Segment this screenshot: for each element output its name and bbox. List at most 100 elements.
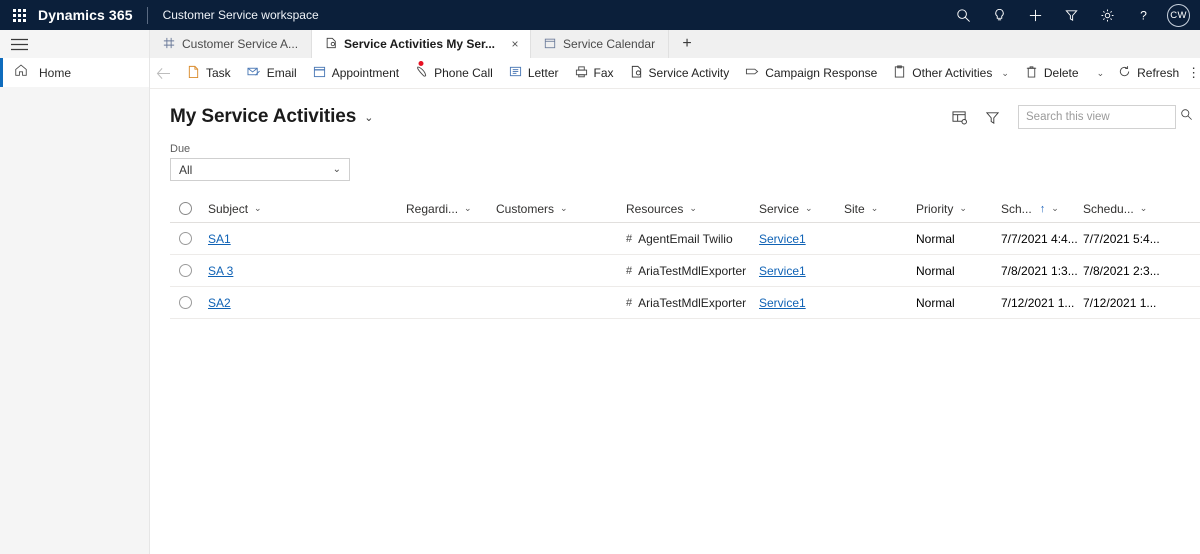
- table-row[interactable]: SA1 # AgentEmail Twilio Service1 Normal …: [170, 223, 1200, 255]
- service-link[interactable]: Service1: [759, 296, 806, 310]
- resource-glyph-icon: #: [626, 296, 633, 309]
- trash-icon: [1025, 65, 1038, 81]
- chevron-down-icon[interactable]: ⌄: [1097, 68, 1105, 79]
- service-link[interactable]: Service1: [759, 264, 806, 278]
- tab-label: Service Activities My Ser...: [344, 37, 496, 51]
- tab-close-icon[interactable]: ×: [508, 37, 522, 51]
- delete-dropdown-button[interactable]: ⌄: [1091, 59, 1111, 87]
- table-row[interactable]: SA2 # AriaTestMdlExporter Service1 Norma…: [170, 287, 1200, 319]
- unsaved-indicator-dot: [418, 61, 424, 66]
- chevron-down-icon[interactable]: ⌄: [805, 203, 813, 214]
- subject-link[interactable]: SA1: [208, 232, 231, 246]
- avatar[interactable]: CW: [1167, 3, 1190, 27]
- waffle-grid-icon[interactable]: [0, 0, 38, 30]
- search-input[interactable]: [1026, 111, 1180, 123]
- column-header-service[interactable]: Service ⌄: [759, 202, 844, 216]
- sidebar-item-home[interactable]: Home: [0, 58, 149, 87]
- campaign-response-button[interactable]: Campaign Response: [737, 59, 885, 87]
- tab-service-calendar[interactable]: Service Calendar: [531, 30, 670, 58]
- row-select-radio[interactable]: [179, 264, 192, 277]
- chevron-down-icon[interactable]: ⌄: [871, 203, 879, 214]
- tab-service-activities-my-service[interactable]: Service Activities My Ser... ×: [312, 30, 532, 66]
- chevron-down-icon[interactable]: ⌄: [1140, 203, 1148, 214]
- column-header-regarding[interactable]: Regardi... ⌄: [406, 202, 496, 216]
- service-link[interactable]: Service1: [759, 232, 806, 246]
- letter-button[interactable]: Letter: [501, 59, 567, 87]
- cell-service: Service1: [759, 296, 844, 310]
- back-button[interactable]: [156, 60, 171, 86]
- column-label: Subject: [208, 201, 249, 216]
- command-overflow-button[interactable]: ⋮: [1187, 59, 1200, 87]
- row-select-cell: [170, 232, 208, 245]
- app-shell: Home Customer Service A... Service Activ…: [0, 30, 1200, 554]
- sidebar: Home: [0, 30, 150, 554]
- letter-icon: [509, 65, 522, 81]
- command-label: Campaign Response: [765, 66, 878, 80]
- email-button[interactable]: Email: [239, 59, 305, 87]
- task-button[interactable]: Task: [179, 59, 239, 87]
- chevron-down-icon[interactable]: ⌄: [689, 203, 697, 214]
- chevron-down-icon[interactable]: ⌄: [464, 203, 472, 214]
- filter-icon[interactable]: [1053, 0, 1089, 30]
- resource-name: AriaTestMdlExporter: [638, 263, 747, 278]
- delete-button[interactable]: Delete: [1017, 59, 1087, 87]
- table-row[interactable]: SA 3 # AriaTestMdlExporter Service1 Norm…: [170, 255, 1200, 287]
- lightbulb-icon[interactable]: [981, 0, 1017, 30]
- command-label: Delete: [1043, 66, 1079, 80]
- column-header-scheduled-start[interactable]: Sch... ↑ ⌄: [1001, 202, 1083, 216]
- new-tab-button[interactable]: +: [669, 30, 705, 58]
- cell-scheduled-end: 7/12/2021 1...: [1083, 295, 1157, 310]
- edit-columns-icon[interactable]: [950, 107, 970, 127]
- select-all-radio[interactable]: [179, 202, 192, 215]
- cell-priority: Normal: [916, 231, 955, 246]
- resource-name: AgentEmail Twilio: [638, 231, 733, 246]
- column-label: Schedu...: [1083, 201, 1134, 216]
- chevron-down-icon[interactable]: ⌄: [560, 203, 568, 214]
- refresh-button[interactable]: Refresh: [1110, 59, 1187, 87]
- due-filter-value: All: [179, 162, 193, 177]
- view-selector-chevron-down-icon[interactable]: ⌄: [364, 111, 373, 124]
- app-name-label[interactable]: Customer Service workspace: [148, 8, 319, 22]
- gear-icon[interactable]: [1089, 0, 1125, 30]
- command-label: Task: [206, 66, 231, 80]
- column-header-scheduled-end[interactable]: Schedu... ⌄: [1083, 202, 1173, 216]
- other-activities-button[interactable]: Other Activities ⌄: [885, 59, 1017, 87]
- column-header-priority[interactable]: Priority ⌄: [916, 202, 1001, 216]
- column-label: Customers: [496, 201, 555, 216]
- column-header-subject[interactable]: Subject ⌄: [208, 202, 406, 216]
- column-header-site[interactable]: Site ⌄: [844, 202, 916, 216]
- brand-title[interactable]: Dynamics 365: [38, 7, 147, 23]
- subject-link[interactable]: SA 3: [208, 264, 233, 278]
- top-nav-actions: ? CW: [945, 0, 1200, 30]
- hamburger-icon[interactable]: [0, 30, 149, 58]
- help-icon[interactable]: ?: [1125, 0, 1161, 30]
- column-header-resources[interactable]: Resources ⌄: [626, 202, 759, 216]
- cell-scheduled-end: 7/7/2021 5:4...: [1083, 231, 1160, 246]
- column-header-customers[interactable]: Customers ⌄: [496, 202, 626, 216]
- chevron-down-icon[interactable]: ⌄: [1001, 68, 1009, 79]
- subject-link[interactable]: SA2: [208, 296, 231, 310]
- command-label: Other Activities: [912, 66, 993, 80]
- appointment-button[interactable]: Appointment: [305, 59, 407, 87]
- search-icon[interactable]: [1180, 108, 1193, 126]
- chevron-down-icon[interactable]: ⌄: [1051, 203, 1059, 214]
- column-label: Resources: [626, 201, 684, 216]
- tab-customer-service-agent-dashboard[interactable]: Customer Service A...: [150, 30, 313, 58]
- plus-icon[interactable]: [1017, 0, 1053, 30]
- search-icon[interactable]: [945, 0, 981, 30]
- cell-service: Service1: [759, 264, 844, 278]
- chevron-down-icon[interactable]: ⌄: [254, 203, 262, 214]
- cell-subject: SA 3: [208, 264, 406, 278]
- resource-name: AriaTestMdlExporter: [638, 295, 747, 310]
- due-filter-select[interactable]: All ⌄: [170, 158, 350, 181]
- filter-icon[interactable]: [982, 107, 1002, 127]
- row-select-cell: [170, 296, 208, 309]
- fax-button[interactable]: Fax: [567, 59, 622, 87]
- resource-glyph-icon: #: [626, 232, 633, 245]
- search-this-view-box[interactable]: [1018, 105, 1192, 129]
- row-select-radio[interactable]: [179, 296, 192, 309]
- row-select-radio[interactable]: [179, 232, 192, 245]
- cell-resources: # AriaTestMdlExporter: [626, 264, 759, 278]
- chevron-down-icon[interactable]: ⌄: [959, 203, 967, 214]
- service-activity-button[interactable]: Service Activity: [622, 59, 738, 87]
